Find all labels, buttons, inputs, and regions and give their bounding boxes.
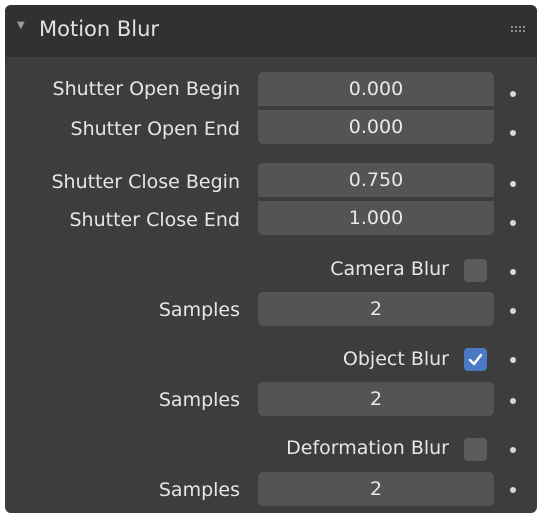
panel-title: Motion Blur (39, 17, 160, 41)
keyframe-dot-icon[interactable] (510, 269, 516, 275)
deformation-blur-checkbox[interactable] (464, 438, 487, 461)
camera-samples-field[interactable]: 2 (258, 292, 494, 326)
triangle-down-icon[interactable]: ▼ (17, 21, 27, 31)
motion-blur-panel: ▼ Motion Blur Shutter Open Begin 0.000 S… (5, 5, 537, 513)
shutter-open-begin-label: Shutter Open Begin (52, 78, 240, 100)
camera-samples-label: Samples (158, 299, 240, 321)
keyframe-dot-icon[interactable] (510, 398, 516, 404)
shutter-close-end-label: Shutter Close End (69, 209, 241, 231)
shutter-open-end-label: Shutter Open End (70, 118, 240, 140)
shutter-close-end-field[interactable]: 1.000 (258, 201, 494, 235)
keyframe-dot-icon[interactable] (510, 447, 516, 453)
shutter-close-begin-label: Shutter Close Begin (51, 171, 241, 193)
object-blur-checkbox[interactable] (464, 348, 487, 371)
shutter-close-begin-field[interactable]: 0.750 (258, 163, 494, 197)
panel-header[interactable]: ▼ Motion Blur (5, 5, 537, 57)
object-samples-label: Samples (158, 389, 240, 411)
shutter-open-begin-field[interactable]: 0.000 (258, 72, 494, 106)
keyframe-dot-icon[interactable] (510, 357, 516, 363)
camera-blur-label: Camera Blur (330, 258, 449, 280)
object-samples-field[interactable]: 2 (258, 382, 494, 416)
deformation-samples-label: Samples (158, 479, 240, 501)
keyframe-dot-icon[interactable] (510, 487, 516, 493)
keyframe-dot-icon[interactable] (510, 91, 516, 97)
camera-blur-checkbox[interactable] (464, 259, 487, 282)
drag-grip-icon[interactable] (511, 26, 527, 36)
deformation-blur-label: Deformation Blur (286, 437, 449, 459)
shutter-open-end-field[interactable]: 0.000 (258, 110, 494, 144)
deformation-samples-field[interactable]: 2 (258, 472, 494, 506)
keyframe-dot-icon[interactable] (510, 308, 516, 314)
keyframe-dot-icon[interactable] (510, 181, 516, 187)
keyframe-dot-icon[interactable] (510, 220, 516, 226)
checkmark-icon (468, 353, 483, 366)
object-blur-label: Object Blur (342, 348, 449, 370)
keyframe-dot-icon[interactable] (510, 130, 516, 136)
